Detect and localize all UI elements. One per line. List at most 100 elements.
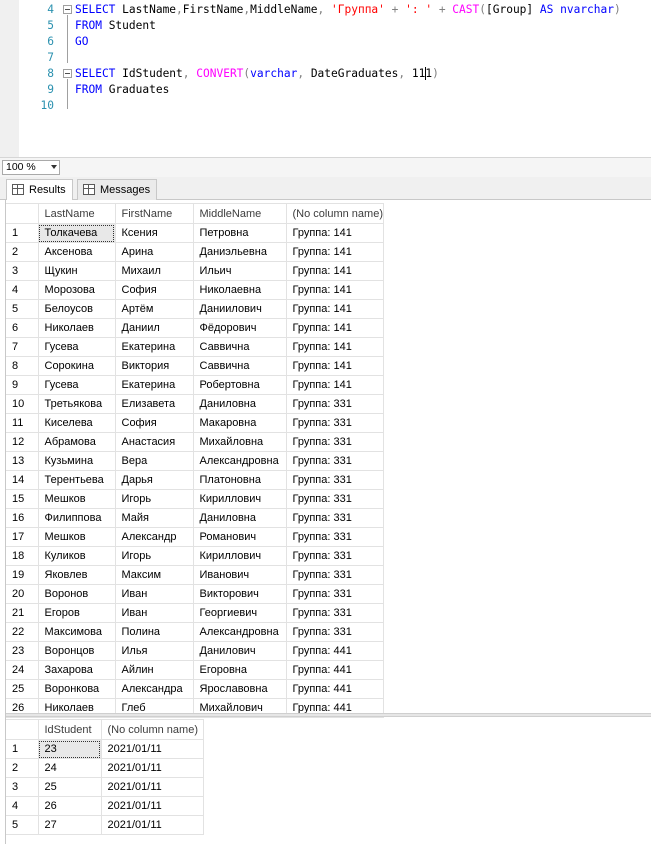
- column-header[interactable]: (No column name): [100, 719, 204, 740]
- table-cell[interactable]: Группа: 441: [285, 660, 384, 680]
- table-cell[interactable]: Макаровна: [192, 413, 287, 433]
- column-header[interactable]: (No column name): [285, 203, 384, 224]
- table-cell[interactable]: Группа: 141: [285, 356, 384, 376]
- table-cell[interactable]: Группа: 141: [285, 299, 384, 319]
- table-cell[interactable]: Даниловна: [192, 508, 287, 528]
- table-cell[interactable]: Группа: 331: [285, 603, 384, 623]
- table-cell[interactable]: 2021/01/11: [100, 815, 204, 835]
- table-cell[interactable]: Дарья: [114, 470, 194, 490]
- table-cell[interactable]: Георгиевич: [192, 603, 287, 623]
- table-row[interactable]: 10 Третьякова Елизавета Даниловна Группа: 33…: [6, 394, 384, 414]
- table-cell[interactable]: Гусева: [37, 337, 116, 357]
- table-cell[interactable]: Елизавета: [114, 394, 194, 414]
- tab-results[interactable]: Results: [6, 179, 73, 201]
- table-row[interactable]: 1 Толкачева Ксения Петровна Группа: 141: [6, 223, 384, 243]
- table-cell[interactable]: Группа: 331: [285, 527, 384, 547]
- table-cell[interactable]: Группа: 141: [285, 337, 384, 357]
- table-cell[interactable]: 25: [37, 777, 102, 797]
- table-cell[interactable]: Группа: 141: [285, 242, 384, 262]
- row-number[interactable]: 2: [6, 758, 39, 778]
- table-cell[interactable]: Группа: 331: [285, 413, 384, 433]
- row-number[interactable]: 7: [6, 337, 39, 357]
- table-cell[interactable]: Айлин: [114, 660, 194, 680]
- table-row[interactable]: 12 Абрамова Анастасия Михайловна Группа: 331: [6, 432, 384, 452]
- table-cell[interactable]: Группа: 331: [285, 622, 384, 642]
- row-number[interactable]: 1: [6, 739, 39, 759]
- table-cell[interactable]: Группа: 141: [285, 280, 384, 300]
- table-cell[interactable]: Романович: [192, 527, 287, 547]
- grid-splitter[interactable]: [6, 713, 651, 717]
- table-row[interactable]: 23 Воронцов Илья Данилович Группа: 441: [6, 641, 384, 661]
- table-row[interactable]: 17 Мешков Александр Романович Группа: 331: [6, 527, 384, 547]
- row-number[interactable]: 4: [6, 796, 39, 816]
- table-cell[interactable]: Максим: [114, 565, 194, 585]
- row-number[interactable]: 16: [6, 508, 39, 528]
- row-number[interactable]: 23: [6, 641, 39, 661]
- table-cell[interactable]: Екатерина: [114, 337, 194, 357]
- column-header[interactable]: LastName: [37, 203, 116, 224]
- row-number[interactable]: 14: [6, 470, 39, 490]
- table-cell[interactable]: Сорокина: [37, 356, 116, 376]
- row-header-corner[interactable]: [6, 203, 39, 224]
- row-number[interactable]: 5: [6, 299, 39, 319]
- results-grid-students[interactable]: LastName FirstName MiddleName (No column na…: [6, 203, 384, 718]
- table-cell[interactable]: 2021/01/11: [100, 796, 204, 816]
- chevron-down-icon[interactable]: [51, 165, 57, 169]
- table-row[interactable]: 25 Воронкова Александра Ярославовна Группа: …: [6, 679, 384, 699]
- table-cell[interactable]: Третьякова: [37, 394, 116, 414]
- collapse-icon[interactable]: [63, 5, 72, 14]
- table-cell[interactable]: Фёдорович: [192, 318, 287, 338]
- row-number[interactable]: 22: [6, 622, 39, 642]
- table-cell[interactable]: Морозова: [37, 280, 116, 300]
- table-cell[interactable]: Арина: [114, 242, 194, 262]
- row-number[interactable]: 3: [6, 777, 39, 797]
- table-row[interactable]: 2 24 2021/01/11: [6, 758, 204, 778]
- table-cell[interactable]: Максимова: [37, 622, 116, 642]
- table-cell[interactable]: Группа: 441: [285, 641, 384, 661]
- table-cell[interactable]: 2021/01/11: [100, 758, 204, 778]
- table-row[interactable]: 21 Егоров Иван Георгиевич Группа: 331: [6, 603, 384, 623]
- table-cell[interactable]: Ксения: [114, 223, 194, 243]
- table-cell[interactable]: Артём: [114, 299, 194, 319]
- table-row[interactable]: 3 25 2021/01/11: [6, 777, 204, 797]
- row-number[interactable]: 25: [6, 679, 39, 699]
- table-cell[interactable]: Виктория: [114, 356, 194, 376]
- table-cell[interactable]: Ярославовна: [192, 679, 287, 699]
- sql-editor[interactable]: 4 SELECT LastName,FirstName,MiddleName, '…: [0, 0, 651, 157]
- table-cell[interactable]: Группа: 331: [285, 394, 384, 414]
- row-number[interactable]: 20: [6, 584, 39, 604]
- table-cell[interactable]: 27: [37, 815, 102, 835]
- collapse-icon[interactable]: [63, 69, 72, 78]
- table-cell[interactable]: Егоровна: [192, 660, 287, 680]
- table-row[interactable]: 14 Терентьева Дарья Платоновна Группа: 331: [6, 470, 384, 490]
- table-cell[interactable]: Иванович: [192, 565, 287, 585]
- row-number[interactable]: 17: [6, 527, 39, 547]
- table-cell[interactable]: Аксенова: [37, 242, 116, 262]
- row-number[interactable]: 12: [6, 432, 39, 452]
- table-cell[interactable]: Группа: 141: [285, 261, 384, 281]
- table-cell[interactable]: Даниилович: [192, 299, 287, 319]
- table-row[interactable]: 1 23 2021/01/11: [6, 739, 204, 759]
- table-cell[interactable]: 2021/01/11: [100, 777, 204, 797]
- table-cell[interactable]: Иван: [114, 603, 194, 623]
- table-cell[interactable]: Петровна: [192, 223, 287, 243]
- table-cell[interactable]: Игорь: [114, 546, 194, 566]
- table-cell[interactable]: Кириллович: [192, 546, 287, 566]
- table-cell[interactable]: Викторович: [192, 584, 287, 604]
- table-cell[interactable]: Игорь: [114, 489, 194, 509]
- table-cell[interactable]: Мешков: [37, 527, 116, 547]
- table-row[interactable]: 5 Белоусов Артём Даниилович Группа: 141: [6, 299, 384, 319]
- table-row[interactable]: 15 Мешков Игорь Кириллович Группа: 331: [6, 489, 384, 509]
- table-row[interactable]: 22 Максимова Полина Александровна Группа: 33…: [6, 622, 384, 642]
- table-cell[interactable]: Михаил: [114, 261, 194, 281]
- table-cell[interactable]: Робертовна: [192, 375, 287, 395]
- row-number[interactable]: 24: [6, 660, 39, 680]
- zoom-select[interactable]: 100 %: [2, 160, 60, 175]
- table-cell[interactable]: Воронкова: [37, 679, 116, 699]
- row-number[interactable]: 2: [6, 242, 39, 262]
- table-cell[interactable]: Александровна: [192, 622, 287, 642]
- results-grid-graduates[interactable]: IdStudent (No column name) 1 23 2021/01/11 2…: [6, 719, 204, 835]
- table-cell[interactable]: Саввична: [192, 337, 287, 357]
- table-cell[interactable]: Группа: 331: [285, 470, 384, 490]
- table-cell[interactable]: Толкачева: [37, 223, 116, 243]
